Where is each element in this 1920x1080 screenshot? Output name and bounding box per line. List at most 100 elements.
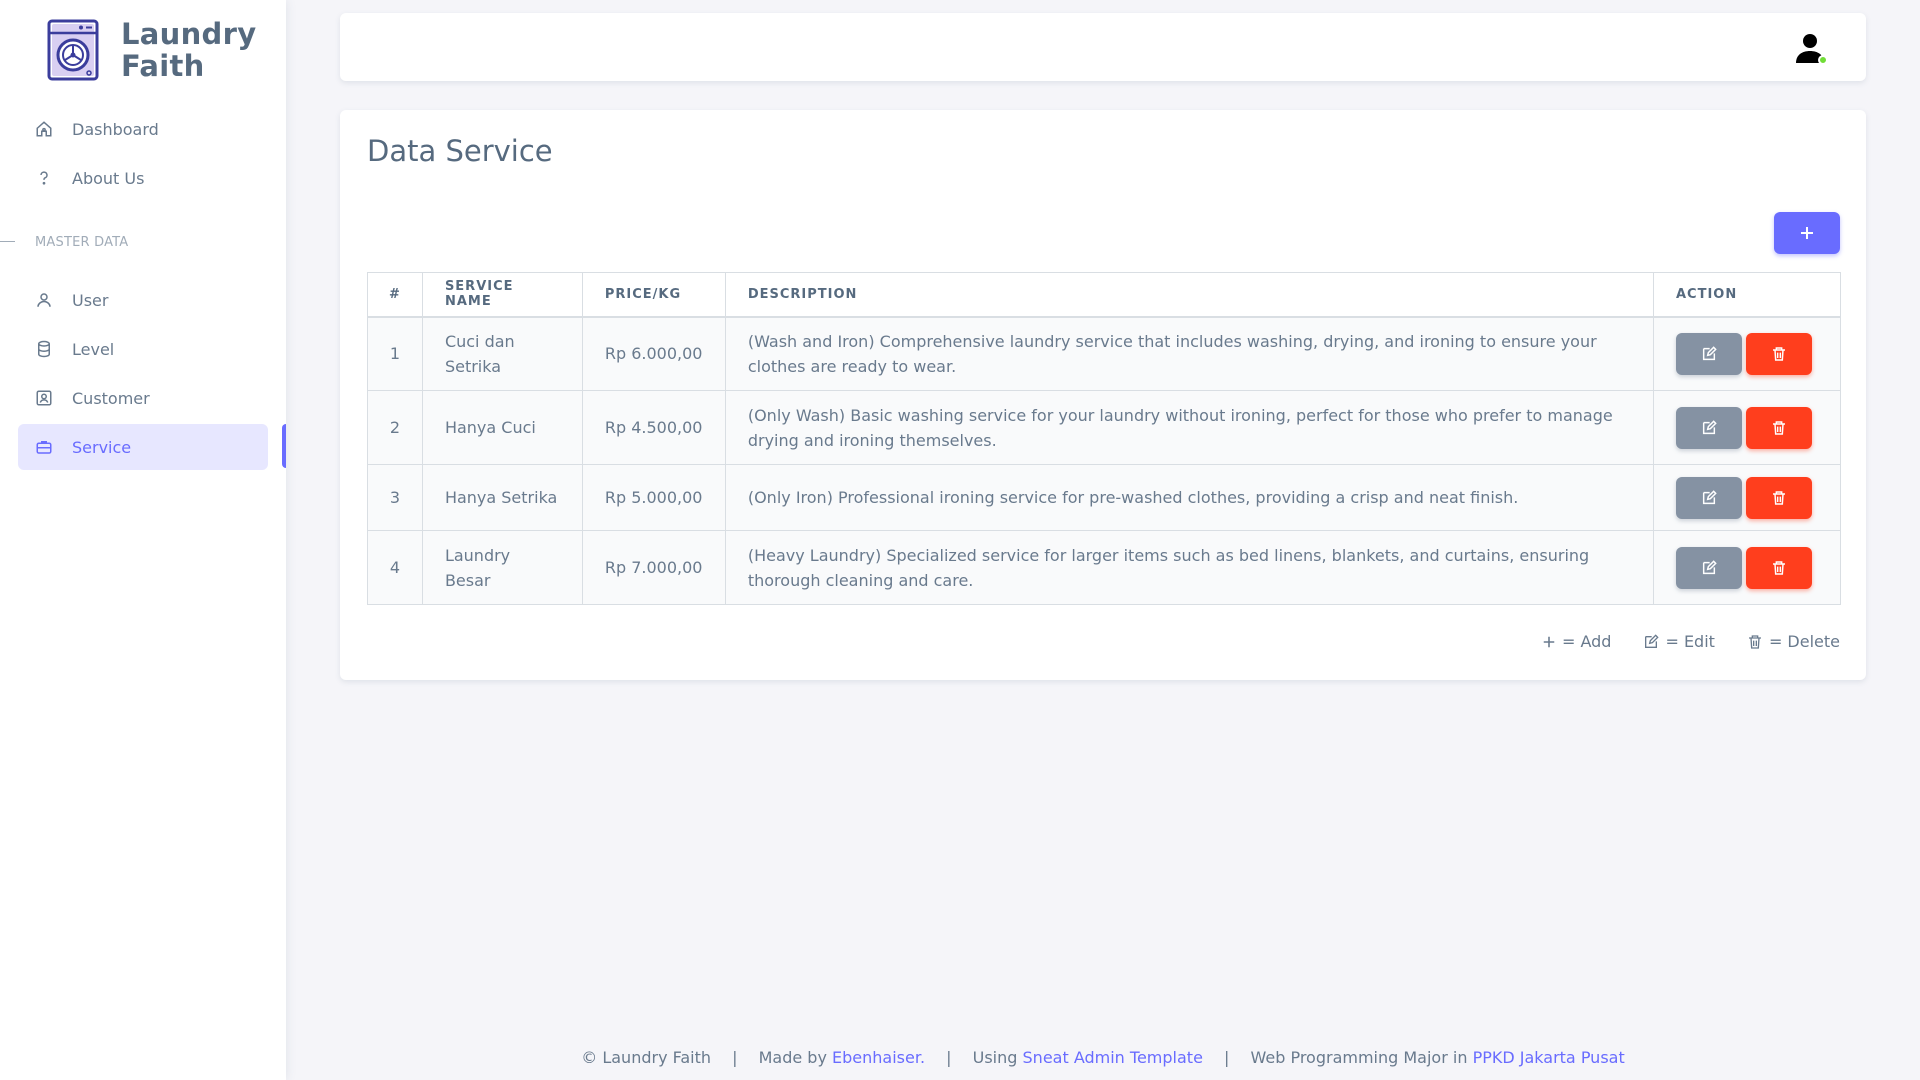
section-header-master-data: MASTER DATA (0, 219, 268, 265)
cell-service-name: Cuci dan Setrika (421, 316, 583, 391)
legend-edit-label: = Edit (1665, 632, 1715, 651)
footer-author-link[interactable]: Ebenhaiser. (832, 1048, 925, 1067)
cell-action (1652, 390, 1842, 465)
washing-machine-icon (47, 19, 99, 81)
column-header-price: PRICE/KG (581, 272, 726, 318)
footer-separator: | (946, 1048, 952, 1067)
legend-delete-label: = Delete (1768, 632, 1840, 651)
data-service-card: Data Service # SERVICE NAME PRICE/KG DES… (340, 110, 1866, 680)
edit-icon (1702, 489, 1717, 504)
footer: © Laundry Faith | Made by Ebenhaiser. | … (340, 1048, 1866, 1067)
cell-action (1652, 316, 1842, 391)
sidebar-item-label: User (72, 290, 109, 310)
legend-add-label: = Add (1561, 632, 1612, 651)
legend-add: = Add (1542, 632, 1611, 651)
sidebar-item-label: About Us (72, 168, 145, 188)
question-icon (34, 168, 54, 188)
cell-number: 4 (367, 530, 423, 605)
cell-description: (Only Iron) Professional ironing service… (724, 464, 1654, 531)
top-navbar (340, 13, 1866, 81)
table-header-row: # SERVICE NAME PRICE/KG DESCRIPTION ACTI… (367, 272, 1842, 318)
delete-button[interactable] (1745, 332, 1812, 375)
sidebar-item-label: Level (72, 339, 115, 359)
cell-number: 1 (367, 316, 423, 391)
sidebar-item-customer[interactable]: Customer (18, 375, 268, 421)
service-table: # SERVICE NAME PRICE/KG DESCRIPTION ACTI… (367, 272, 1842, 605)
column-header-description: DESCRIPTION (724, 272, 1654, 318)
table-row: 1 Cuci dan Setrika Rp 6.000,00 (Wash and… (367, 316, 1842, 391)
trash-icon (1772, 347, 1785, 361)
edit-icon (1702, 559, 1717, 574)
legend-edit: = Edit (1643, 632, 1715, 651)
brand-name: Laundry Faith (121, 17, 257, 83)
trash-icon (1772, 420, 1785, 435)
footer-template-link[interactable]: Sneat Admin Template (1023, 1048, 1203, 1067)
footer-ppkd-link[interactable]: PPKD Jakarta Pusat (1473, 1048, 1625, 1067)
cell-price: Rp 4.500,00 (581, 390, 726, 465)
edit-button[interactable] (1675, 476, 1742, 519)
active-indicator (282, 424, 286, 468)
footer-major-prefix: Web Programming Major in (1250, 1048, 1468, 1067)
column-header-action: ACTION (1652, 272, 1842, 318)
plus-icon (1801, 227, 1813, 239)
trash-icon (1748, 634, 1761, 649)
cell-price: Rp 5.000,00 (581, 464, 726, 531)
edit-button[interactable] (1675, 546, 1742, 589)
sidebar-item-dashboard[interactable]: Dashboard (18, 106, 268, 152)
add-service-button[interactable] (1774, 212, 1840, 254)
sidebar-item-about-us[interactable]: About Us (18, 155, 268, 201)
sidebar-nav: Dashboard About Us MASTER DATA User Leve… (0, 106, 268, 473)
column-header-service-name: SERVICE NAME (421, 272, 583, 318)
cell-description: (Wash and Iron) Comprehensive laundry se… (724, 316, 1654, 391)
delete-button[interactable] (1745, 406, 1812, 449)
plus-icon (1543, 636, 1555, 647)
sidebar-item-label: Dashboard (72, 119, 159, 139)
brand[interactable]: Laundry Faith (47, 18, 261, 82)
delete-button[interactable] (1745, 546, 1812, 589)
action-legend: = Add = Edit = Delete (1542, 632, 1840, 651)
footer-using-prefix: Using (972, 1048, 1018, 1067)
legend-delete: = Delete (1747, 632, 1840, 651)
edit-button[interactable] (1675, 406, 1742, 449)
delete-button[interactable] (1745, 476, 1812, 519)
home-icon (34, 119, 54, 139)
sidebar-item-service[interactable]: Service (18, 424, 268, 470)
cell-number: 2 (367, 390, 423, 465)
edit-icon (1702, 346, 1717, 360)
cell-price: Rp 7.000,00 (581, 530, 726, 605)
edit-button[interactable] (1675, 332, 1742, 375)
user-card-icon (34, 388, 54, 408)
trash-icon (1772, 560, 1785, 575)
avatar[interactable] (1794, 31, 1828, 65)
sidebar: Laundry Faith Dashboard About Us MASTER … (0, 0, 286, 1080)
cell-service-name: Laundry Besar (421, 530, 583, 605)
page-title: Data Service (367, 134, 553, 168)
edit-icon (1645, 633, 1660, 648)
cell-description: (Only Wash) Basic washing service for yo… (724, 390, 1654, 465)
cell-service-name: Hanya Setrika (421, 464, 583, 531)
user-icon (34, 290, 54, 310)
edit-icon (1702, 419, 1717, 434)
footer-separator: | (732, 1048, 738, 1067)
online-status-dot (1818, 55, 1828, 65)
table-row: 2 Hanya Cuci Rp 4.500,00 (Only Wash) Bas… (367, 390, 1842, 465)
footer-made-by-prefix: Made by (758, 1048, 827, 1067)
cell-action (1652, 530, 1842, 605)
column-header-number: # (367, 272, 423, 318)
briefcase-icon (34, 437, 54, 457)
cell-number: 3 (367, 464, 423, 531)
cell-service-name: Hanya Cuci (421, 390, 583, 465)
footer-copyright: © Laundry Faith (581, 1048, 712, 1067)
footer-separator: | (1224, 1048, 1230, 1067)
sidebar-item-user[interactable]: User (18, 277, 268, 323)
sidebar-item-label: Service (72, 437, 132, 457)
cell-description: (Heavy Laundry) Specialized service for … (724, 530, 1654, 605)
table-row: 4 Laundry Besar Rp 7.000,00 (Heavy Laund… (367, 530, 1842, 605)
sidebar-item-level[interactable]: Level (18, 326, 268, 372)
trash-icon (1772, 490, 1785, 505)
cell-price: Rp 6.000,00 (581, 316, 726, 391)
cell-action (1652, 464, 1842, 531)
table-row: 3 Hanya Setrika Rp 5.000,00 (Only Iron) … (367, 464, 1842, 531)
database-icon (34, 339, 54, 359)
sidebar-item-label: Customer (72, 388, 150, 408)
